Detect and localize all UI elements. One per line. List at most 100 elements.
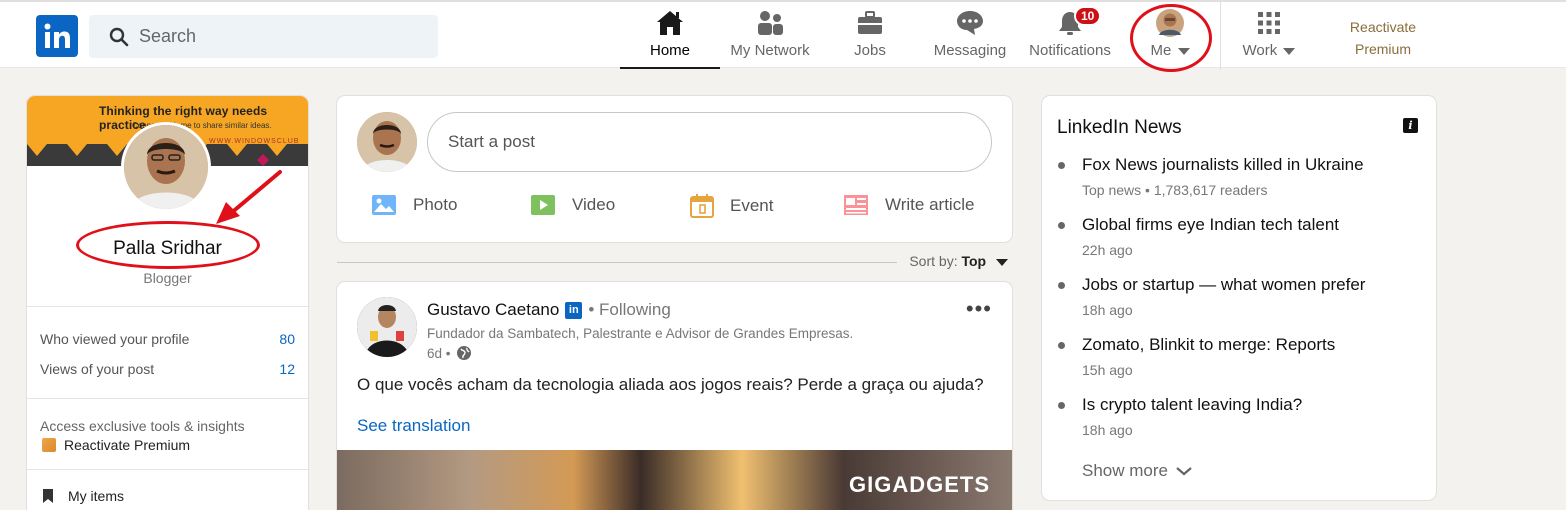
nav-notifications[interactable]: 10 Notifications [1024, 6, 1116, 68]
news-title: LinkedIn News [1057, 117, 1182, 138]
sort-value: Top [961, 253, 987, 269]
feed-sort: Sort by: Top [337, 253, 1012, 273]
stat-value: 12 [279, 361, 295, 377]
nav-label: Home [649, 42, 690, 59]
info-icon[interactable]: i [1403, 118, 1418, 133]
nav-label: Jobs [854, 42, 886, 59]
news-headline: Fox News journalists killed in Ukraine [1082, 155, 1364, 174]
divider [27, 469, 308, 470]
home-icon [655, 8, 685, 38]
profile-photo[interactable] [121, 122, 211, 212]
video-button[interactable]: Video [530, 194, 615, 216]
show-more-button[interactable]: Show more [1082, 461, 1192, 481]
nav-label: Messaging [933, 42, 1007, 59]
bookmark-icon [43, 489, 53, 503]
photo-button[interactable]: Photo [371, 194, 457, 216]
news-meta: 18h ago [1082, 422, 1133, 438]
divider [27, 398, 308, 399]
divider [27, 306, 308, 307]
nav-my-network[interactable]: My Network [722, 8, 818, 68]
author-avatar[interactable] [357, 297, 417, 357]
feed-post: Gustavo Caetano in • Following Fundador … [337, 282, 1012, 510]
bullet-icon [1058, 222, 1065, 229]
profile-card: Thinking the right way needs practice. C… [27, 96, 308, 510]
article-icon [843, 194, 869, 216]
chat-icon [955, 8, 985, 38]
action-label: Photo [413, 195, 458, 214]
action-label: Video [572, 195, 616, 214]
notification-badge: 10 [1074, 6, 1102, 26]
avatar [1155, 8, 1185, 38]
news-headline: Global firms eye Indian tech talent [1082, 215, 1340, 234]
premium-line-2: Premium [1354, 41, 1411, 57]
author-name: Gustavo Caetano [427, 300, 560, 319]
nav-label: My Network [730, 42, 810, 59]
bullet-icon [1058, 162, 1065, 169]
news-meta: 18h ago [1082, 302, 1133, 318]
action-label: Event [730, 196, 774, 215]
chevron-down-icon [996, 258, 1008, 266]
linkedin-badge-icon: in [565, 301, 583, 319]
chevron-down-icon [1177, 47, 1190, 55]
premium-promo-text: Access exclusive tools & insights [40, 418, 245, 434]
stat-label: Views of your post [40, 361, 155, 377]
nav-label: Me [1150, 42, 1172, 59]
news-headline: Zomato, Blinkit to merge: Reports [1082, 335, 1336, 354]
bell-icon: 10 [1056, 6, 1102, 38]
divider [337, 262, 897, 263]
bullet-icon [1058, 282, 1065, 289]
stat-profile-views[interactable]: Who viewed your profile 80 [40, 331, 295, 347]
nav-me[interactable]: Me [1138, 8, 1202, 68]
post-media[interactable]: GIGADGETS [337, 450, 1012, 510]
nav-messaging[interactable]: Messaging [926, 8, 1014, 68]
more-options-icon[interactable]: ••• [966, 296, 992, 322]
follow-status: • Following [588, 300, 671, 319]
reactivate-premium-button[interactable]: Reactivate Premium [42, 437, 190, 453]
chevron-down-icon [1283, 47, 1296, 55]
my-items-link[interactable]: My items [42, 488, 124, 504]
news-meta: 15h ago [1082, 362, 1133, 378]
linkedin-news-card: LinkedIn News i Fox News journalists kil… [1042, 96, 1436, 500]
nav-divider [1220, 2, 1221, 70]
my-items-label: My items [68, 488, 124, 504]
nav-jobs[interactable]: Jobs [830, 8, 910, 68]
post-text: O que vocês acham da tecnologia aliada a… [357, 375, 984, 394]
reactivate-premium-link[interactable]: Reactivate Premium [1330, 16, 1436, 60]
show-more-label: Show more [1082, 461, 1168, 480]
post-time: 6d • [427, 345, 451, 361]
news-headline: Jobs or startup — what women prefer [1082, 275, 1366, 294]
avatar[interactable] [357, 112, 417, 172]
linkedin-logo-icon[interactable] [36, 15, 78, 57]
search-input[interactable] [139, 26, 399, 47]
chevron-down-icon [1176, 467, 1192, 476]
news-headline: Is crypto talent leaving India? [1082, 395, 1303, 414]
nav-label: Notifications [1029, 42, 1111, 59]
media-watermark: GIGADGETS [849, 472, 991, 497]
post-author[interactable]: Gustavo Caetano in • Following [427, 300, 671, 320]
write-article-button[interactable]: Write article [843, 194, 974, 216]
grid-icon [1256, 8, 1282, 38]
bullet-icon [1058, 342, 1065, 349]
see-translation-link[interactable]: See translation [357, 416, 470, 436]
top-nav: Home My Network Jobs Messaging 10 Notifi… [0, 0, 1566, 70]
premium-icon [42, 438, 56, 452]
event-button[interactable]: Event [690, 194, 773, 218]
search-icon [109, 27, 129, 46]
stat-value: 80 [279, 331, 295, 347]
nav-work[interactable]: Work [1236, 8, 1302, 68]
search-box[interactable] [89, 15, 438, 58]
profile-name[interactable]: Palla Sridhar [27, 238, 308, 260]
start-post-button[interactable]: Start a post [427, 112, 992, 172]
news-meta: Top news • 1,783,617 readers [1082, 182, 1268, 198]
event-icon [690, 194, 714, 218]
action-label: Write article [885, 195, 975, 214]
network-icon [756, 8, 784, 38]
stat-post-views[interactable]: Views of your post 12 [40, 361, 295, 377]
nav-label: Work [1242, 42, 1278, 59]
news-meta: 22h ago [1082, 242, 1133, 258]
profile-headline: Blogger [143, 270, 192, 286]
stat-label: Who viewed your profile [40, 331, 190, 347]
premium-link-label: Reactivate Premium [64, 437, 191, 453]
sort-dropdown[interactable]: Sort by: Top [909, 253, 1008, 269]
nav-home[interactable]: Home [620, 8, 720, 69]
